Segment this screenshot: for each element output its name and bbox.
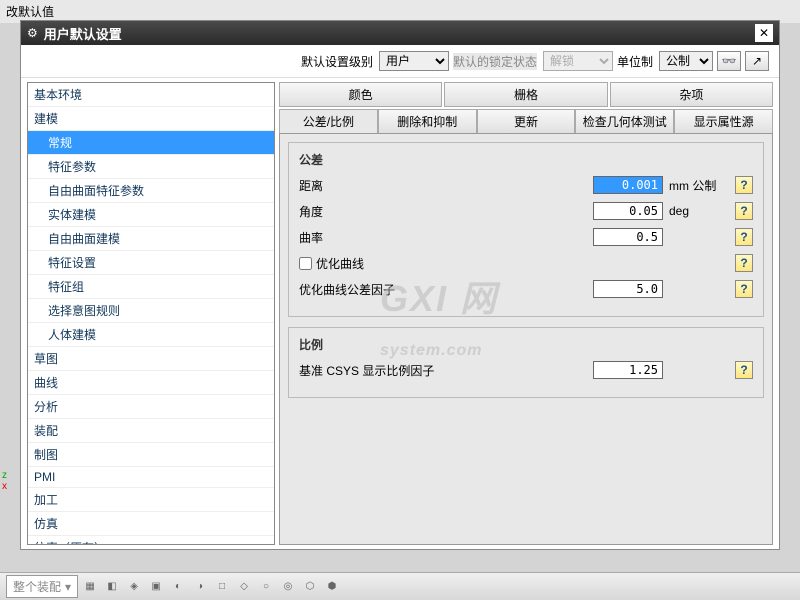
help-icon[interactable]: ? [735,280,753,298]
tab[interactable]: 显示属性源 [674,109,773,133]
tree-item[interactable]: 特征参数 [28,155,274,179]
help-icon[interactable]: ? [735,228,753,246]
curvature-input[interactable] [593,228,663,246]
toolbar-icon[interactable]: ⬡ [300,577,320,597]
tree-item[interactable]: 特征设置 [28,251,274,275]
assembly-dropdown[interactable]: 整个装配 ▾ [6,575,78,598]
tab[interactable]: 颜色 [279,82,442,107]
dialog-titlebar: ⚙ 用户默认设置 ✕ [21,21,779,45]
tab[interactable]: 更新 [477,109,576,133]
optimize-checkbox[interactable] [299,257,312,270]
toolbar-icon[interactable]: ▣ [146,577,166,597]
tree-item[interactable]: PMI [28,467,274,488]
axis-indicator: zx [2,470,7,492]
angle-unit: deg [669,204,729,218]
tolerance-title: 公差 [299,151,753,168]
content-panel: 公差 距离 mm 公制 ? 角度 deg ? 曲率 [279,133,773,545]
dialog-toolbar: 默认设置级别 用户 默认的锁定状态 解锁 单位制 公制 👓 ↗ [21,45,779,78]
help-icon[interactable]: ? [735,176,753,194]
tab[interactable]: 公差/比例 [279,109,378,133]
distance-input[interactable] [593,176,663,194]
curvature-label: 曲率 [299,229,587,246]
tree-item[interactable]: 装配 [28,419,274,443]
tab[interactable]: 删除和抑制 [378,109,477,133]
tool-icon-2[interactable]: ↗ [745,51,769,71]
tree-item[interactable]: 加工 [28,488,274,512]
tree-item[interactable]: 人体建模 [28,323,274,347]
tree-item[interactable]: 自由曲面建模 [28,227,274,251]
toolbar-icon[interactable]: ◈ [124,577,144,597]
toolbar-icon[interactable]: ◇ [234,577,254,597]
tab[interactable]: 杂项 [610,82,773,107]
settings-dialog: ⚙ 用户默认设置 ✕ 默认设置级别 用户 默认的锁定状态 解锁 单位制 公制 👓… [20,20,780,550]
scale-title: 比例 [299,336,753,353]
category-tree: 基本环境建模常规特征参数自由曲面特征参数实体建模自由曲面建模特征设置特征组选择意… [27,82,275,545]
dialog-title: 用户默认设置 [44,24,755,43]
tree-item[interactable]: 仿真（原有） [28,536,274,545]
lock-select: 解锁 [543,51,613,71]
tree-item[interactable]: 特征组 [28,275,274,299]
optimize-checkbox-row: 优化曲线 [299,255,364,272]
tree-item[interactable]: 建模 [28,107,274,131]
toolbar-icon[interactable]: ◑ [190,577,210,597]
angle-label: 角度 [299,203,587,220]
tree-item[interactable]: 制图 [28,443,274,467]
help-icon[interactable]: ? [735,361,753,379]
unit-label: 单位制 [617,53,653,70]
toolbar-icon[interactable]: ⬢ [322,577,342,597]
toolbar-icon[interactable]: ○ [256,577,276,597]
toolbar-icon[interactable]: ◧ [102,577,122,597]
lock-label: 默认的锁定状态 [453,53,537,70]
tree-item[interactable]: 选择意图规则 [28,299,274,323]
toolbar-icon[interactable]: ◎ [278,577,298,597]
help-icon[interactable]: ? [735,254,753,272]
main-panel: 颜色栅格杂项 公差/比例删除和抑制更新检查几何体测试显示属性源 公差 距离 mm… [279,82,773,545]
toolbar-icon[interactable]: ▦ [80,577,100,597]
angle-input[interactable] [593,202,663,220]
tree-item[interactable]: 自由曲面特征参数 [28,179,274,203]
tab[interactable]: 检查几何体测试 [575,109,674,133]
optimize-label: 优化曲线 [316,255,364,272]
toolbar-icon[interactable]: □ [212,577,232,597]
help-icon[interactable]: ? [735,202,753,220]
factor-input[interactable] [593,280,663,298]
tab[interactable]: 栅格 [444,82,607,107]
csys-input[interactable] [593,361,663,379]
csys-label: 基准 CSYS 显示比例因子 [299,362,587,379]
tree-item[interactable]: 分析 [28,395,274,419]
tree-item[interactable]: 仿真 [28,512,274,536]
unit-select[interactable]: 公制 [659,51,713,71]
tree-item[interactable]: 曲线 [28,371,274,395]
distance-label: 距离 [299,177,587,194]
tree-item[interactable]: 基本环境 [28,83,274,107]
close-button[interactable]: ✕ [755,24,773,42]
factor-label: 优化曲线公差因子 [299,281,587,298]
distance-unit: mm 公制 [669,177,729,194]
tree-item[interactable]: 草图 [28,347,274,371]
toolbar-icon[interactable]: ◐ [168,577,188,597]
tool-icon-1[interactable]: 👓 [717,51,741,71]
tree-item[interactable]: 实体建模 [28,203,274,227]
level-select[interactable]: 用户 [379,51,449,71]
scale-group: 比例 基准 CSYS 显示比例因子 ? [288,327,764,398]
gear-icon: ⚙ [27,26,38,40]
bottom-toolbar: 整个装配 ▾ ▦ ◧ ◈ ▣ ◐ ◑ □ ◇ ○ ◎ ⬡ ⬢ [0,572,800,600]
tree-item[interactable]: 常规 [28,131,274,155]
level-label: 默认设置级别 [301,53,373,70]
tolerance-group: 公差 距离 mm 公制 ? 角度 deg ? 曲率 [288,142,764,317]
